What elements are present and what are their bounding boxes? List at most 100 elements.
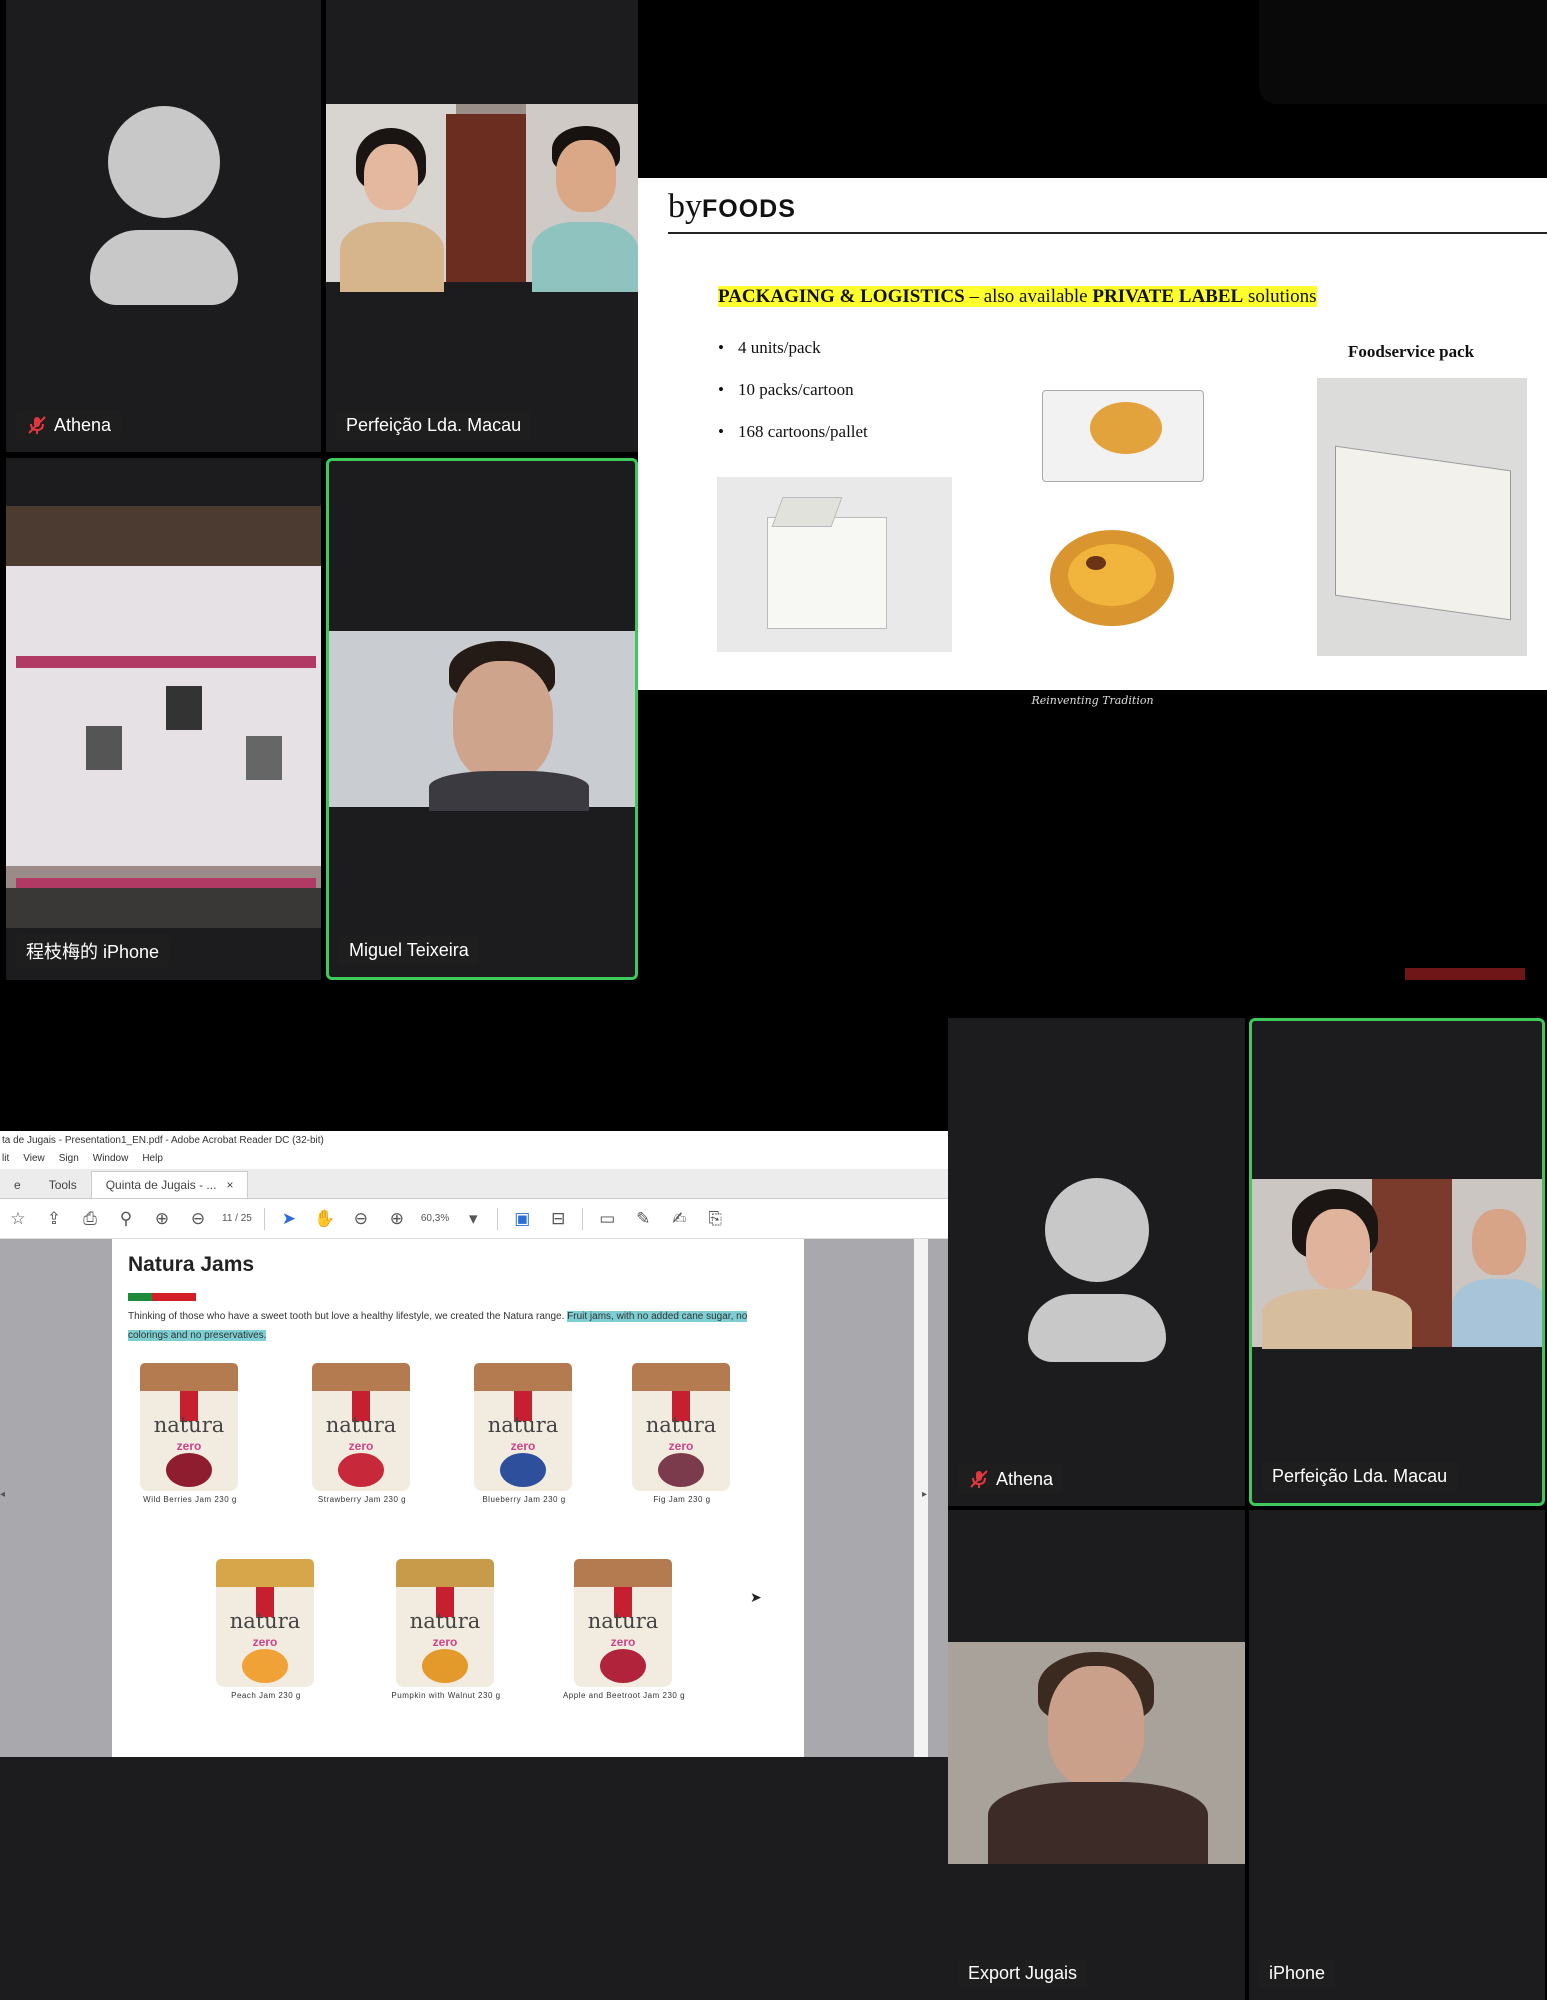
jar-peach: natura zero [216,1559,314,1687]
range-description: Thinking of those who have a sweet tooth… [128,1311,748,1341]
participant-video [6,506,321,928]
chevron-right-icon[interactable]: ▸ [922,1489,927,1500]
menu-edit[interactable]: lit [2,1153,9,1167]
share-icon[interactable]: ⎘ [703,1207,727,1231]
participant-video [1252,1179,1542,1349]
jar-strawberry: natura zero [312,1363,410,1491]
jar-caption: Peach Jam 230 g [231,1691,301,1700]
video-tile-athena[interactable]: Athena [6,0,321,452]
menu-window[interactable]: Window [93,1153,129,1167]
muted-mic-icon [26,414,48,436]
tab-bar: e Tools Quinta de Jugais - ... × [0,1169,948,1199]
menu-bar: lit View Sign Window Help [0,1151,948,1169]
mouse-cursor-icon: ➤ [750,1589,762,1605]
participant-name-tag: Perfeição Lda. Macau [1262,1462,1458,1491]
pastry-box-image [1038,382,1208,492]
star-icon[interactable]: ☆ [6,1207,30,1231]
scroll-mode-icon[interactable]: ⊟ [546,1207,570,1231]
foodservice-label: Foodservice pack [1348,342,1475,361]
avatar-placeholder [89,106,238,305]
hand-tool-icon[interactable]: ✋ [313,1207,337,1231]
zoom-out-icon[interactable]: ⊖ [349,1207,373,1231]
upload-icon[interactable]: ⇪ [42,1207,66,1231]
participant-name-tag: Miguel Teixeira [339,936,479,965]
video-area-background [638,712,1547,992]
jar-caption: Blueberry Jam 230 g [482,1495,566,1504]
participant-video [329,631,635,811]
zoom-dropdown[interactable]: 60,3% [421,1213,449,1224]
jar-caption: Pumpkin with Walnut 230 g [391,1691,501,1700]
video-tile-perfeicao[interactable]: Perfeição Lda. Macau [326,0,638,452]
participant-name-tag: Perfeição Lda. Macau [336,411,532,440]
page-title: Natura Jams [128,1253,255,1276]
menu-sign[interactable]: Sign [59,1153,79,1167]
document-view[interactable]: Natura Jams Thinking of those who have a… [0,1239,948,1757]
jar-wild-berries: natura zero [140,1363,238,1491]
participant-name-tag: Export Jugais [958,1959,1088,1988]
jar-caption: Strawberry Jam 230 g [317,1495,407,1504]
slide-divider [668,232,1547,234]
company-logo: byFOODS [668,188,796,225]
sign-icon[interactable]: ✍ [667,1207,691,1231]
toolbar-divider [582,1207,584,1230]
video-tile-iphone-cheng[interactable]: 程枝梅的 iPhone [6,458,321,980]
chevron-down-icon[interactable]: ▾ [461,1207,485,1231]
slide-headline: PACKAGING & LOGISTICS – also available P… [718,286,1317,307]
page-number-input[interactable]: 11 / 25 [222,1213,252,1224]
tab-home[interactable]: e [0,1172,35,1198]
menu-help[interactable]: Help [142,1153,163,1167]
tab-tools[interactable]: Tools [35,1172,91,1198]
video-area-background [0,992,948,1131]
jar-caption: Wild Berries Jam 230 g [143,1495,237,1504]
video-tile-perfeicao-2[interactable]: Perfeição Lda. Macau [1249,1018,1545,1506]
toolbar: ☆ ⇪ ⎙ ⚲ ⊕ ⊖ 11 / 25 ➤ ✋ ⊖ ⊕ 60,3% ▾ ▣ ⊟ … [0,1199,948,1239]
video-tile-athena-2[interactable]: Athena [948,1018,1245,1506]
flag-stripe [128,1293,196,1301]
video-tile-miguel[interactable]: Miguel Teixeira [326,458,638,980]
acrobat-reader-window[interactable]: ta de Jugais - Presentation1_EN.pdf - Ad… [0,1131,948,1757]
zoom-in-icon[interactable]: ⊕ [385,1207,409,1231]
foodservice-pack-image [1317,378,1527,656]
jar-caption: Apple and Beetroot Jam 230 g [562,1691,686,1700]
video-area-background [0,1757,948,2000]
pastel-de-nata-image [1050,530,1174,626]
participant-video [948,1642,1245,1864]
print-icon[interactable]: ⎙ [78,1207,102,1231]
avatar-placeholder [1027,1178,1166,1362]
pdf-page: Natura Jams Thinking of those who have a… [112,1239,804,1757]
page-up-icon[interactable]: ⊕ [150,1207,174,1231]
search-icon[interactable]: ⚲ [114,1207,138,1231]
participant-video [326,104,638,292]
cartoon-box-image [717,477,952,652]
tab-document[interactable]: Quinta de Jugais - ... × [90,1171,249,1198]
slide-footer: Reinventing Tradition [638,690,1547,712]
bullet-item: 4 units/pack [718,338,868,358]
participant-name-tag: iPhone [1259,1959,1336,1988]
highlight-pen-icon[interactable]: ✎ [631,1207,655,1231]
participant-name-tag: Athena [16,410,122,440]
toolbar-divider [263,1207,265,1230]
menu-view[interactable]: View [23,1153,45,1167]
jar-apple-beetroot: natura zero [574,1559,672,1687]
jar-pumpkin-walnut: natura zero [396,1559,494,1687]
select-cursor-icon[interactable]: ➤ [277,1207,301,1231]
window-title: ta de Jugais - Presentation1_EN.pdf - Ad… [0,1131,948,1151]
shared-slide: byFOODS PACKAGING & LOGISTICS – also ava… [638,178,1547,693]
bullet-item: 168 cartoons/pallet [718,422,868,442]
jar-caption: Fig Jam 230 g [653,1495,711,1504]
packaging-bullets: 4 units/pack 10 packs/cartoon 168 cartoo… [718,338,868,464]
close-tab-icon[interactable]: × [226,1178,233,1192]
fit-page-icon[interactable]: ▣ [510,1207,534,1231]
muted-mic-icon [968,1468,990,1490]
chevron-left-icon[interactable]: ◂ [0,1489,5,1500]
jar-fig: natura zero [632,1363,730,1491]
comment-icon[interactable]: ▭ [595,1207,619,1231]
video-area-background [638,0,1547,178]
video-tile-iphone[interactable]: iPhone [1249,1510,1545,2000]
bullet-item: 10 packs/cartoon [718,380,868,400]
toolbar-divider [497,1207,499,1230]
jar-blueberry: natura zero [474,1363,572,1491]
video-tile-export-jugais[interactable]: Export Jugais [948,1510,1245,2000]
page-down-icon[interactable]: ⊖ [186,1207,210,1231]
participant-name-tag: 程枝梅的 iPhone [16,934,170,968]
